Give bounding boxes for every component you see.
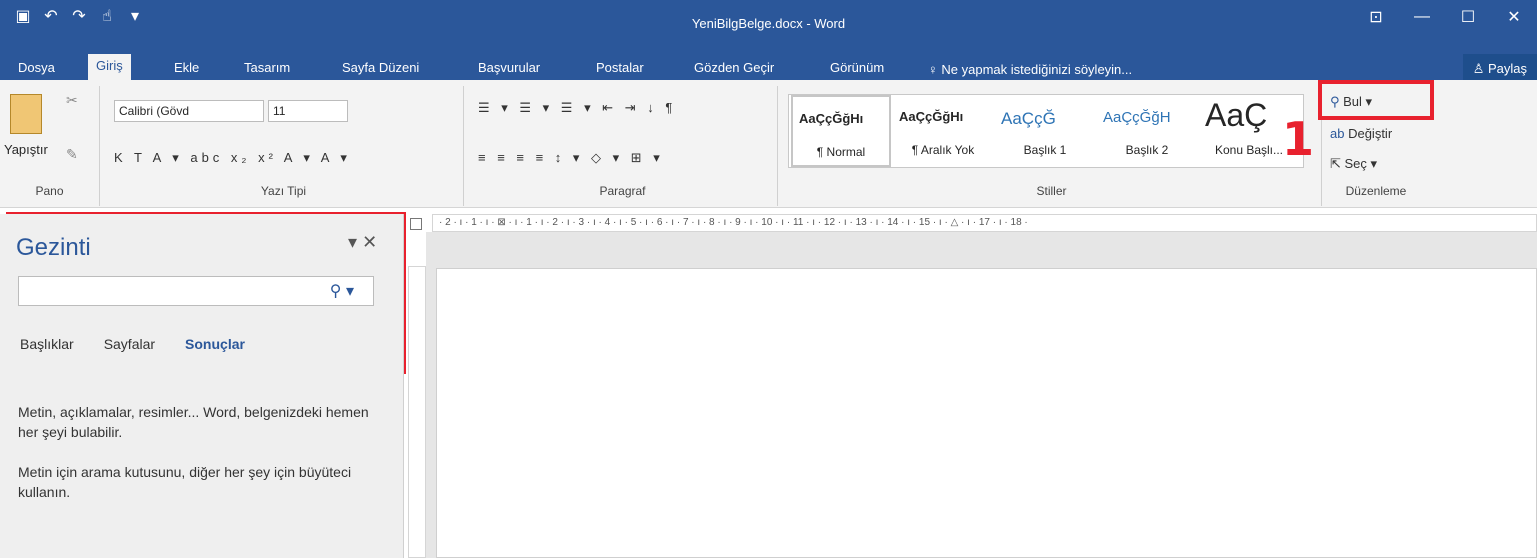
nav-options-icon[interactable]: ▾ xyxy=(348,232,357,252)
style-no-spacing[interactable]: AaÇçĞğHı ¶ Aralık Yok xyxy=(893,95,993,167)
vertical-ruler[interactable] xyxy=(408,266,426,558)
group-label-editing: Düzenleme xyxy=(1345,184,1407,198)
list-buttons[interactable]: ☰ ▾ ☰ ▾ ☰ ▾ ⇤ ⇥ ↓ ¶ xyxy=(478,100,676,116)
document-page[interactable] xyxy=(436,268,1537,558)
styles-gallery: AaÇçĞğHı ¶ Normal AaÇçĞğHı ¶ Aralık Yok … xyxy=(788,94,1304,168)
paste-button[interactable]: Yapıştır xyxy=(4,142,48,157)
group-label-paragraph: Paragraf xyxy=(599,184,646,198)
tell-me-box[interactable]: ♀ Ne yapmak istediğinizi söyleyin... xyxy=(928,62,1132,77)
group-label-clipboard: Pano xyxy=(35,184,64,198)
style-sample: AaÇ xyxy=(1205,97,1268,133)
group-label-styles: Stiller xyxy=(1036,184,1067,198)
highlight-find xyxy=(1318,80,1434,120)
ribbon-display-icon[interactable]: ⊡ xyxy=(1353,0,1399,34)
style-name: ¶ Normal xyxy=(816,145,866,159)
window-title: YeniBilgBelge.docx - Word xyxy=(691,16,846,31)
group-label-font: Yazı Tipi xyxy=(260,184,307,198)
font-name-select[interactable]: Calibri (Gövd xyxy=(114,100,264,122)
group-paragraph: ☰ ▾ ☰ ▾ ☰ ▾ ⇤ ⇥ ↓ ¶ ≡ ≡ ≡ ≡ ↕ ▾ ◇ ▾ ⊞ ▾ … xyxy=(468,86,778,206)
cut-icon[interactable]: ✂ xyxy=(66,92,78,109)
nav-controls: ▾ ✕ xyxy=(348,232,377,253)
nav-search-overlay: ⚲ ▾ xyxy=(18,276,374,306)
person-icon: ♙ xyxy=(1472,61,1488,76)
style-name: ¶ Aralık Yok xyxy=(911,143,975,157)
replace-button[interactable]: ab Değiştir xyxy=(1330,126,1392,141)
nav-tab-headings[interactable]: Başlıklar xyxy=(20,336,74,352)
select-button[interactable]: ⇱ Seç ▾ xyxy=(1330,156,1377,172)
select-label: Seç xyxy=(1344,156,1367,171)
horizontal-ruler[interactable]: · 2 · ı · 1 · ı · ⊠ · ı · 1 · ı · 2 · ı … xyxy=(432,214,1537,232)
style-heading-1[interactable]: AaÇçĞ Başlık 1 xyxy=(995,95,1095,167)
font-size-select[interactable]: 11 xyxy=(268,100,348,122)
style-normal[interactable]: AaÇçĞğHı ¶ Normal xyxy=(791,95,891,167)
nav-help-1: Metin, açıklamalar, resimler... Word, be… xyxy=(18,404,369,440)
navigation-pane: Gezinti ▾ ✕ ⚲ ▾ Başlıklar Sayfalar Sonuç… xyxy=(0,214,404,558)
nav-help-2: Metin için arama kutusunu, diğer her şey… xyxy=(18,464,352,500)
nav-tab-pages[interactable]: Sayfalar xyxy=(104,336,155,352)
tell-me-label: Ne yapmak istediğinizi söyleyin... xyxy=(941,62,1133,77)
nav-tabs: Başlıklar Sayfalar Sonuçlar xyxy=(20,336,245,352)
annotation-number-1: 1 xyxy=(1282,112,1315,166)
maximize-icon[interactable]: ☐ xyxy=(1445,0,1491,34)
style-name: Başlık 1 xyxy=(1023,143,1067,157)
format-painter-icon[interactable]: ✎ xyxy=(66,146,78,163)
style-sample: AaÇçĞğHı xyxy=(899,109,964,124)
replace-label: Değiştir xyxy=(1348,126,1393,141)
nav-help-text: Metin, açıklamalar, resimler... Word, be… xyxy=(18,402,378,502)
align-buttons[interactable]: ≡ ≡ ≡ ≡ ↕ ▾ ◇ ▾ ⊞ ▾ xyxy=(478,150,664,166)
nav-title: Gezinti xyxy=(16,234,91,261)
replace-icon: ab xyxy=(1330,126,1349,141)
style-name: Başlık 2 xyxy=(1125,143,1169,157)
search-icon[interactable]: ⚲ ▾ xyxy=(330,281,354,301)
cursor-icon: ⇱ xyxy=(1330,156,1345,171)
style-sample: AaÇçĞğHı xyxy=(799,111,864,126)
window-controls: ⊡ — ☐ ✕ xyxy=(1353,0,1537,34)
nav-close-icon[interactable]: ✕ xyxy=(362,232,377,252)
close-window-icon[interactable]: ✕ xyxy=(1491,0,1537,34)
nav-tab-results[interactable]: Sonuçlar xyxy=(185,336,245,352)
share-label: Paylaş xyxy=(1487,61,1527,76)
tab-selector[interactable] xyxy=(410,218,422,230)
style-sample: AaÇçĞğH xyxy=(1103,109,1171,126)
font-format-buttons[interactable]: K T A ▾ abc x₂ x² A ▾ A ▾ xyxy=(114,150,351,166)
title-bar: ▣ ↶ ↷ ☝ ▾ YeniBilgBelge.docx - Word ⊡ — … xyxy=(0,0,1537,48)
document-area xyxy=(426,232,1537,558)
clipboard-icon[interactable] xyxy=(10,94,42,134)
minimize-icon[interactable]: — xyxy=(1399,0,1445,34)
style-sample: AaÇçĞ xyxy=(1001,109,1056,128)
group-clipboard: Yapıştır ✂ ✎ Pano xyxy=(0,86,100,206)
style-heading-2[interactable]: AaÇçĞğH Başlık 2 xyxy=(1097,95,1197,167)
group-font: Calibri (Gövd 11 K T A ▾ abc x₂ x² A ▾ A… xyxy=(104,86,464,206)
lightbulb-icon: ♀ xyxy=(928,62,942,77)
